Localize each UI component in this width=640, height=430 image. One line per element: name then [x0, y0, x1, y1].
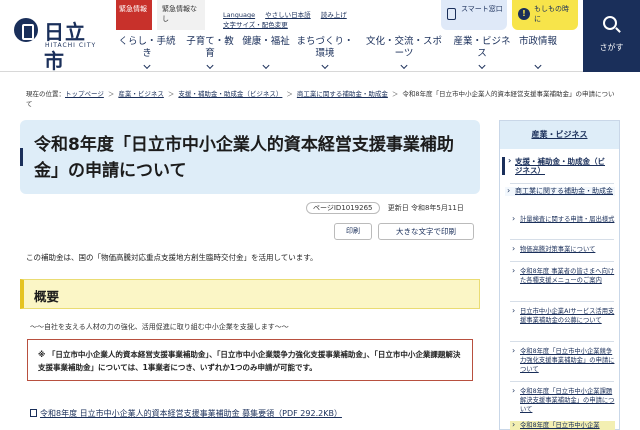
sidebar-item-ai-service[interactable]: 日立市中小企業AIサービス活用支援事業補助金の公募について	[510, 306, 615, 325]
chevron-down-icon	[262, 61, 270, 70]
search-button[interactable]: さがす	[583, 0, 640, 72]
city-emblem-icon	[14, 18, 38, 42]
notice-box: ※ 「日立市中小企業人的資本経営支援事業補助金」、「日立市中小企業競争力強化支援…	[27, 339, 473, 381]
sidebar-item-subsidies[interactable]: 商工業に関する補助金・助成金	[505, 186, 615, 196]
pdf-link[interactable]: 令和8年度 日立市中小企業人的資本経営支援事業補助金 募集要領（PDF 292.…	[30, 408, 342, 419]
divider	[510, 381, 614, 382]
divider	[510, 183, 614, 184]
chevron-down-icon	[321, 61, 329, 70]
search-icon	[603, 16, 617, 30]
divider	[510, 261, 614, 262]
section-title: 概要	[34, 289, 60, 304]
breadcrumb-business[interactable]: 産業・ビジネス	[118, 90, 164, 98]
sidebar-item-measurement[interactable]: 計量検査に関する申請・届出様式	[510, 214, 615, 224]
gnav-childcare[interactable]: 子育て・教育	[182, 36, 238, 70]
section-heading: 概要	[20, 279, 480, 309]
utility-links: Language やさしい日本語 読み上げ 文字サイズ・配色変更	[223, 10, 363, 30]
global-nav: くらし・手続き 子育て・教育 健康・福祉 まちづくり・環境 文化・交流・スポーツ…	[116, 36, 578, 70]
sidebar: 産業・ビジネス 支援・補助金・助成金（ビジネス） 商工業に関する補助金・助成金 …	[499, 120, 620, 430]
page-title: 令和8年度「日立市中小企業人的資本経営支援事業補助金」の申請について	[34, 135, 454, 181]
language-link[interactable]: Language	[223, 10, 255, 20]
chevron-down-icon	[143, 61, 151, 70]
sidebar-item-price-measures[interactable]: 物価高騰対策事業について	[510, 244, 615, 254]
divider	[510, 301, 614, 302]
chevron-down-icon	[206, 61, 214, 70]
page-meta: ページID1019265 更新日 令和8年5月11日	[306, 202, 464, 214]
search-label: さがす	[599, 43, 624, 52]
updated-date: 更新日 令和8年5月11日	[387, 204, 464, 212]
pdf-icon	[30, 409, 37, 417]
site-logo[interactable]: 日立市 HITACHI CITY	[14, 16, 100, 73]
sidebar-item-support-menu[interactable]: 令和8年度 事業者の皆さまへ向けた各種支援メニューのご案内	[510, 266, 615, 285]
logo-subtitle: HITACHI CITY	[45, 42, 97, 49]
gnav-living[interactable]: くらし・手続き	[116, 36, 178, 70]
sidebar-item-current[interactable]: 令和8年度「日立市中小企業	[510, 420, 615, 430]
page-title-box: 令和8年度「日立市中小企業人的資本経営支援事業補助金」の申請について	[20, 120, 480, 194]
read-aloud-link[interactable]: 読み上げ	[321, 10, 347, 20]
section-subcopy: ～～自社を支える人材の力の強化、活用促進に取り組む中小企業を支援します～～	[30, 323, 289, 331]
breadcrumb: 現在の位置：トップページ＞産業・ビジネス＞支援・補助金・助成金（ビジネス）＞商工…	[26, 90, 615, 108]
emergency-status[interactable]: 緊急情報なし	[157, 0, 205, 30]
gnav-city-info[interactable]: 市政情報	[518, 36, 558, 70]
easy-japanese-link[interactable]: やさしい日本語	[265, 10, 311, 20]
sidebar-item-support[interactable]: 支援・補助金・助成金（ビジネス）	[502, 156, 612, 175]
chevron-down-icon	[400, 61, 408, 70]
gnav-town[interactable]: まちづくり・環境	[292, 36, 358, 70]
alert-icon: !	[518, 8, 530, 20]
print-button[interactable]: 印刷	[334, 223, 372, 240]
emergency-info-button[interactable]: ! もしもの時に	[512, 0, 578, 30]
pdf-link-label: 令和8年度 日立市中小企業人的資本経営支援事業補助金 募集要領（PDF 292.…	[40, 409, 342, 418]
emergency-info-label: もしもの時に	[534, 5, 569, 23]
gnav-business[interactable]: 産業・ビジネス	[450, 36, 514, 70]
text-size-color-link[interactable]: 文字サイズ・配色変更	[223, 20, 288, 30]
sidebar-item-competitiveness[interactable]: 令和8年度「日立市中小企業競争力強化支援事業補助金」の申請について	[510, 346, 615, 374]
breadcrumb-top[interactable]: トップページ	[65, 90, 104, 98]
gnav-health[interactable]: 健康・福祉	[240, 36, 292, 70]
emergency-label: 緊急情報	[116, 0, 152, 30]
page-id: ページID1019265	[306, 202, 380, 214]
gnav-culture[interactable]: 文化・交流・スポーツ	[362, 36, 446, 70]
site-header: 日立市 HITACHI CITY 緊急情報 緊急情報なし Language やさ…	[0, 0, 640, 73]
divider	[510, 239, 614, 240]
chevron-down-icon	[478, 61, 486, 70]
divider	[510, 341, 614, 342]
breadcrumb-subsidies[interactable]: 商工業に関する補助金・助成金	[297, 90, 388, 98]
chevron-down-icon	[534, 61, 542, 70]
breadcrumb-support[interactable]: 支援・補助金・助成金（ビジネス）	[178, 90, 282, 98]
smartphone-icon	[447, 8, 456, 20]
smart-window-label: スマート窓口	[461, 5, 503, 13]
sidebar-heading[interactable]: 産業・ビジネス	[500, 121, 619, 149]
intro-text: この補助金は、国の「物価高騰対応重点支援地方創生臨時交付金」を活用しています。	[26, 253, 318, 262]
print-large-button[interactable]: 大きな文字で印刷	[378, 223, 474, 240]
smart-window-button[interactable]: スマート窓口	[441, 0, 507, 30]
sidebar-item-problem-solving[interactable]: 令和8年度「日立市中小企業課題解決支援事業補助金」の申請について	[510, 386, 615, 414]
title-accent	[20, 148, 23, 166]
